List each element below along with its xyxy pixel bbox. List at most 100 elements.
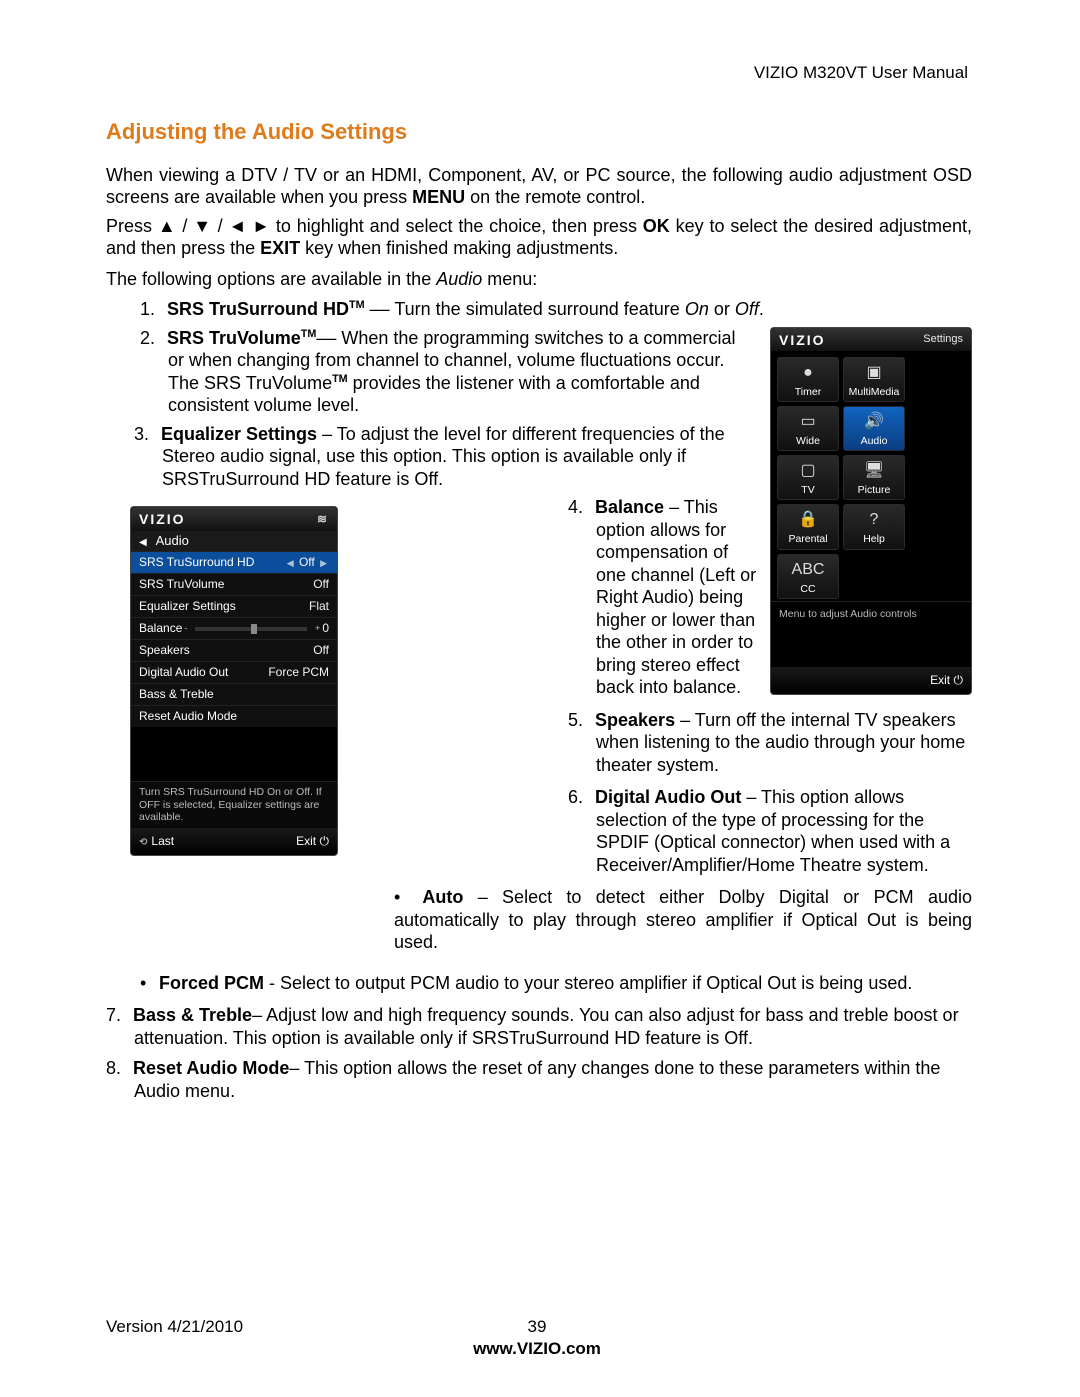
li1-dash: –– — [365, 299, 395, 319]
li8-bold2: Mode — [242, 1058, 289, 1078]
intro3-c: menu: — [482, 269, 537, 289]
auto-bold: Auto — [422, 887, 463, 907]
multimedia-icon: ▣ — [861, 362, 887, 384]
osd-settings-cell-cc[interactable]: ABCCC — [777, 554, 839, 599]
li1-text: Turn the simulated surround feature — [394, 299, 685, 319]
osd-audio-panel: VIZIO ≋ ◀ Audio SRS TruSurround HD◀ Off … — [130, 506, 338, 856]
osd-audio-subtitle: ◀ Audio — [131, 531, 337, 552]
fpcm-dash: - — [264, 973, 280, 993]
row-value: Off — [313, 643, 329, 658]
osd-audio-row-5[interactable]: Digital Audio Out Force PCM — [131, 661, 337, 683]
intro-paragraph-3: The following options are available in t… — [106, 268, 972, 291]
n8: 8. — [106, 1057, 128, 1080]
li4-dash: – — [664, 497, 684, 517]
parental-icon: 🔒 — [795, 509, 821, 531]
osd-settings-cell-tv[interactable]: ▢TV — [777, 455, 839, 500]
intro3-a: The following options are available in t… — [106, 269, 436, 289]
fpcm-bold: Forced PCM — [159, 973, 264, 993]
bullet-icon: • — [394, 886, 408, 909]
picture-icon: 🖥 — [861, 460, 887, 482]
osd-settings-cell-wide[interactable]: ▭ Wide — [777, 406, 839, 451]
li2-tm2: TM — [332, 373, 348, 385]
li4-text: This option allows for compensation of o… — [596, 497, 756, 697]
footer-website: www.VIZIO.com — [473, 1338, 601, 1359]
power-icon: ⏻ — [954, 673, 964, 687]
audio-icon: 🔊 — [861, 411, 887, 433]
row-label: Bass & Treble — [139, 687, 214, 702]
osd-settings-cell-timer[interactable]: ●Timer — [777, 357, 839, 402]
help-icon: ? — [861, 509, 887, 531]
li2-bold: SRS TruVolume — [167, 328, 301, 348]
osd-audio-row-0[interactable]: SRS TruSurround HD◀ Off ▶ — [131, 551, 337, 573]
li3-bold: Equalizer Settings — [161, 424, 317, 444]
list-item-8: 8. Reset Audio Mode– This option allows … — [106, 1057, 972, 1102]
list-item-7: 7. Bass & Treble– Adjust low and high fr… — [106, 1004, 972, 1049]
intro2-a: Press ▲ / ▼ / ◄ ► to highlight and selec… — [106, 216, 643, 236]
cell-label: CC — [778, 583, 838, 596]
osd-settings-bottombar: Exit ⏻ — [771, 667, 971, 694]
li5-dash: – — [675, 710, 695, 730]
row-label: Digital Audio Out — [139, 665, 228, 680]
osd-settings-panel: VIZIO Settings ●Timer ▣ MultiMedia ▭ Wide 🔊 Au… — [770, 327, 972, 695]
header-product: VIZIO M320VT User Manual — [754, 62, 968, 83]
loop-icon: ⟲ — [139, 837, 147, 848]
n2: 2. — [140, 327, 162, 350]
osd-settings-titlebar: VIZIO Settings — [771, 328, 971, 352]
osd-audio-bottombar: ⟲Last Exit ⏻ — [131, 828, 337, 856]
osd-audio-exit[interactable]: Exit ⏻ — [296, 834, 329, 850]
osd-settings-exit[interactable]: Exit ⏻ — [930, 673, 963, 688]
osd-settings-cell-audio[interactable]: 🔊 Audio — [843, 406, 905, 451]
li1-bold: SRS TruSurround HD — [167, 299, 349, 319]
osd-audio-row-7[interactable]: Reset Audio Mode — [131, 705, 337, 727]
li1-tm: TM — [349, 299, 365, 311]
intro2-e: key when finished making adjustments. — [300, 238, 618, 258]
li2-tm: TM — [301, 328, 317, 340]
row-value: Flat — [309, 599, 329, 614]
n7: 7. — [106, 1004, 128, 1027]
li2-dash: –– — [316, 328, 341, 348]
osd-audio-row-6[interactable]: Bass & Treble — [131, 683, 337, 705]
sub-bullet-auto: • Auto – Select to detect either Dolby D… — [394, 886, 972, 954]
n1: 1. — [140, 298, 162, 321]
row-value: 0 — [322, 621, 329, 636]
osd-audio-row-4[interactable]: Speakers Off — [131, 639, 337, 661]
page-title: Adjusting the Audio Settings — [106, 118, 972, 146]
osd-audio-hint: Turn SRS TruSurround HD On or Off. If OF… — [131, 781, 337, 828]
cell-label: Audio — [844, 435, 904, 448]
row-label: Speakers — [139, 643, 190, 658]
li8-dash: – — [289, 1058, 304, 1078]
li1-on: On — [685, 299, 709, 319]
li1-end: . — [759, 299, 764, 319]
osd-settings-brand: VIZIO — [779, 332, 826, 350]
minus-icon: - — [184, 623, 187, 634]
li6-bold: Digital Audio Out — [595, 787, 741, 807]
wide-icon: ▭ — [795, 411, 821, 433]
osd-settings-cell-parental[interactable]: 🔒Parental — [777, 504, 839, 549]
triangle-left-icon: ◀ — [139, 537, 147, 548]
balance-slider[interactable] — [195, 627, 307, 631]
wifi-icon: ≋ — [317, 512, 329, 527]
osd-audio-row-3[interactable]: Balance-+0 — [131, 617, 337, 639]
intro1-menu: MENU — [412, 187, 465, 207]
cell-label: Wide — [778, 435, 838, 448]
cell-label: Picture — [844, 484, 904, 497]
cell-label: MultiMedia — [844, 386, 904, 399]
page-footer: Version 4/21/2010 39 www.VIZIO.com — [106, 1316, 968, 1337]
osd-settings-cell-help[interactable]: ?Help — [843, 504, 905, 549]
intro-paragraph-1: When viewing a DTV / TV or an HDMI, Comp… — [106, 164, 972, 209]
n6: 6. — [568, 786, 590, 809]
sub-bullet-forced-pcm: • Forced PCM - Select to output PCM audi… — [140, 972, 972, 995]
intro2-ok: OK — [643, 216, 670, 236]
osd-audio-row-1[interactable]: SRS TruVolume Off — [131, 573, 337, 595]
osd-audio-sub-label: Audio — [156, 533, 189, 548]
osd-settings-cell-multimedia[interactable]: ▣ MultiMedia — [843, 357, 905, 402]
osd-settings-cell-picture[interactable]: 🖥 Picture — [843, 455, 905, 500]
osd-audio-last[interactable]: ⟲Last — [139, 834, 174, 850]
cell-label: Timer — [778, 386, 838, 399]
triangle-right-icon: ▶ — [320, 558, 327, 568]
power-icon: ⏻ — [320, 834, 330, 848]
row-value: Off — [313, 577, 329, 592]
osd-audio-row-2[interactable]: Equalizer Settings Flat — [131, 595, 337, 617]
li3-dash: – — [317, 424, 337, 444]
osd-audio-titlebar: VIZIO ≋ — [131, 507, 337, 531]
